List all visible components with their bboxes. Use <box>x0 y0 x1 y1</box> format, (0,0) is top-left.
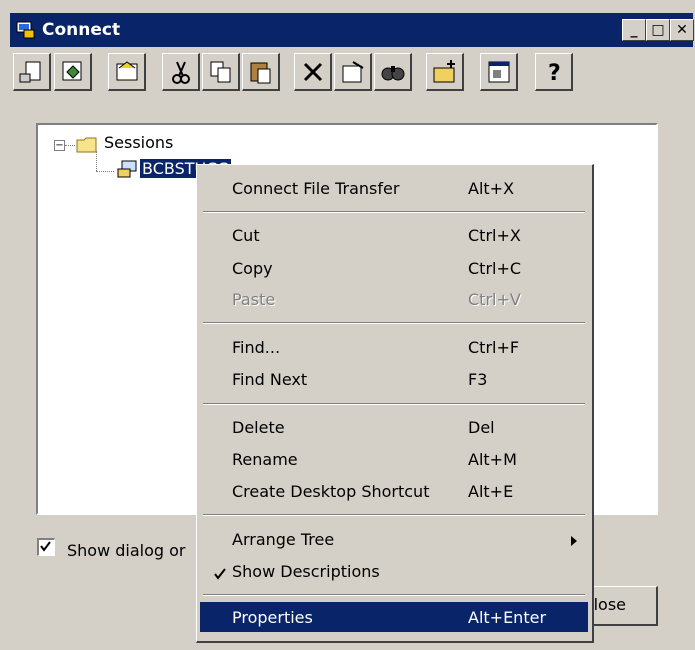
paste-icon[interactable] <box>242 53 280 91</box>
menu-item-copy[interactable]: Copy Ctrl+C <box>200 253 588 283</box>
menu-item-show-descriptions[interactable]: Show Descriptions <box>200 556 588 586</box>
cut-icon[interactable] <box>162 53 200 91</box>
svg-text:?: ? <box>548 61 561 86</box>
quick-connect-icon[interactable] <box>108 53 146 91</box>
menu-item-cut[interactable]: Cut Ctrl+X <box>200 220 588 250</box>
menu-item-connect-file-transfer[interactable]: Connect File Transfer Alt+X <box>200 173 588 203</box>
menu-item-find-next[interactable]: Find Next F3 <box>200 364 588 394</box>
copy-icon[interactable] <box>202 53 240 91</box>
app-icon <box>16 20 36 40</box>
tree-root-label[interactable]: Sessions <box>104 133 173 152</box>
session-icon <box>116 159 138 183</box>
context-menu: Connect File Transfer Alt+X Cut Ctrl+X C… <box>196 164 594 643</box>
menu-separator <box>203 594 585 596</box>
menu-item-create-desktop-shortcut[interactable]: Create Desktop Shortcut Alt+E <box>200 476 588 506</box>
minimize-icon[interactable]: _ <box>622 19 646 41</box>
menu-separator <box>203 514 585 516</box>
show-dialog-label: Show dialog or <box>67 541 186 560</box>
menu-separator <box>203 322 585 324</box>
menu-separator <box>203 211 585 213</box>
tree-line <box>96 151 97 171</box>
collapse-toggle-icon[interactable]: − <box>54 140 65 151</box>
maximize-icon[interactable]: □ <box>646 19 670 41</box>
delete-icon[interactable] <box>294 53 332 91</box>
menu-item-arrange-tree[interactable]: Arrange Tree <box>200 524 588 554</box>
new-session-icon[interactable] <box>13 53 51 91</box>
connect-icon[interactable] <box>54 53 92 91</box>
menu-item-rename[interactable]: Rename Alt+M <box>200 444 588 474</box>
tree-line <box>96 171 114 172</box>
checkmark-icon <box>214 565 226 584</box>
menu-item-properties[interactable]: Properties Alt+Enter <box>200 602 588 632</box>
folder-icon <box>76 136 98 158</box>
new-folder-icon[interactable] <box>426 53 464 91</box>
find-icon[interactable] <box>374 53 412 91</box>
toolbar: ? <box>10 49 693 99</box>
window-title: Connect <box>42 20 121 40</box>
menu-item-paste: Paste Ctrl+V <box>232 290 521 309</box>
tree-line <box>65 145 75 146</box>
close-icon[interactable]: ✕ <box>670 19 694 41</box>
title-bar[interactable]: Connect _ □ ✕ <box>10 13 694 47</box>
menu-item-find[interactable]: Find... Ctrl+F <box>200 332 588 362</box>
submenu-arrow-icon <box>570 532 578 551</box>
session-options-icon[interactable] <box>480 53 518 91</box>
menu-item-delete[interactable]: Delete Del <box>200 412 588 442</box>
menu-separator <box>203 403 585 405</box>
connect-window: Connect _ □ ✕ ? − Sessions BCBSTUCC Show… <box>0 0 695 650</box>
properties-icon[interactable] <box>334 53 372 91</box>
help-icon[interactable]: ? <box>535 53 573 91</box>
show-dialog-checkbox[interactable] <box>37 538 55 556</box>
